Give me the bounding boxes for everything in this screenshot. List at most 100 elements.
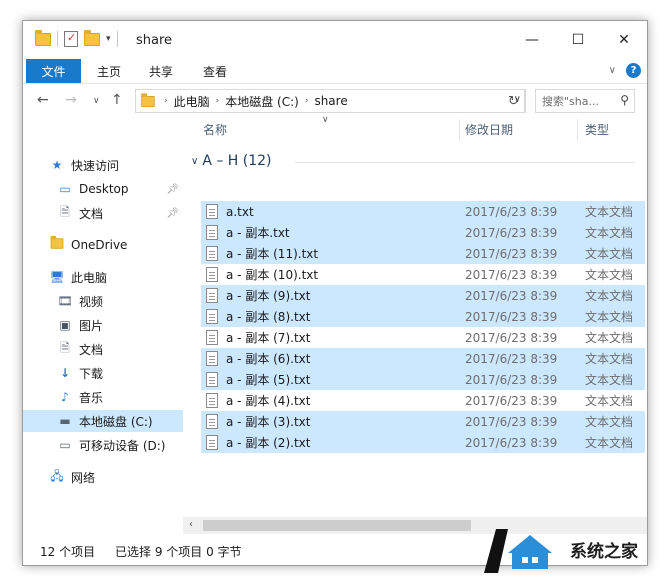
recent-locations-icon[interactable]: ∨ [93,96,100,106]
chevron-right-icon[interactable]: › [305,96,309,106]
file-date: 2017/6/23 8:39 [465,414,558,429]
new-folder-icon[interactable] [84,29,100,46]
sidebar-item-pictures[interactable]: ▣ 图片 [23,314,183,336]
divider [116,31,118,47]
column-header-date[interactable]: 修改日期 [465,117,513,141]
watermark-logo-icon [484,529,552,573]
scroll-left-icon[interactable]: ‹ [189,519,193,530]
sidebar-item-quick-access[interactable]: ★ 快速访问 [23,154,183,176]
text-file-icon [206,414,218,429]
pin-icon[interactable]: 📌︎ [166,208,179,219]
file-type: 文本文档 [585,415,634,429]
scrollbar-thumb[interactable] [203,520,471,531]
file-row[interactable]: a - 副本 (4).txt 2017/6/23 8:39 文本文档 [201,390,645,411]
address-bar[interactable]: › 此电脑 › 本地磁盘 (C:) › share ∨ [135,89,526,113]
watermark: 系统之家 [478,520,670,578]
sidebar-item-label: 文档 [79,342,104,357]
file-name: a - 副本 (8).txt [226,310,311,324]
tab-view[interactable]: 查看 [191,59,239,83]
item-count: 12 个项目 [40,544,96,559]
text-file-icon [206,351,218,366]
file-name: a - 副本 (11).txt [226,247,319,261]
maximize-button[interactable]: ☐ [555,21,601,59]
breadcrumb-this-pc[interactable]: 此电脑 [174,93,210,110]
file-row[interactable]: a - 副本 (8).txt 2017/6/23 8:39 文本文档 [201,306,645,327]
file-row[interactable]: a.txt 2017/6/23 8:39 文本文档 [201,201,645,222]
removable-drive-icon: ▭ [59,438,71,452]
column-divider[interactable] [459,119,460,141]
file-name: a - 副本 (2).txt [226,436,311,450]
sidebar-item-desktop[interactable]: ▭ Desktop 📌︎ [23,178,183,200]
column-header-type[interactable]: 类型 [585,117,609,141]
search-icon[interactable]: ⚲ [620,93,629,107]
sidebar-item-music[interactable]: ♪ 音乐 [23,386,183,408]
sidebar-item-this-pc[interactable]: 🖥︎ 此电脑 [23,266,183,288]
file-row[interactable]: a - 副本 (3).txt 2017/6/23 8:39 文本文档 [201,411,645,432]
file-date: 2017/6/23 8:39 [465,372,558,387]
sidebar-item-label: 音乐 [79,390,104,405]
title-bar: ▾ share — ☐ ✕ [23,21,647,59]
search-input[interactable]: 搜索"sha... ⚲ [535,89,635,113]
group-header[interactable]: ∨ A – H (12) [191,153,272,169]
sidebar-item-documents[interactable]: 🗎︎ 文档 📌︎ [23,202,183,224]
text-file-icon [206,372,218,387]
sidebar-item-videos[interactable]: 🎞︎ 视频 [23,290,183,312]
sidebar-item-onedrive[interactable]: OneDrive [23,234,183,256]
group-label: A – H (12) [202,153,272,169]
file-date: 2017/6/23 8:39 [465,267,558,282]
file-date: 2017/6/23 8:39 [465,393,558,408]
explorer-window: ▾ share — ☐ ✕ 文件 主页 共享 查看 ∨ ? ← → ∨ ↑ › … [22,20,648,566]
chevron-down-icon[interactable]: ∨ [191,156,198,167]
sidebar-item-downloads[interactable]: ↓ 下载 [23,362,183,384]
file-row[interactable]: a - 副本 (5).txt 2017/6/23 8:39 文本文档 [201,369,645,390]
sidebar-item-documents-2[interactable]: 🗎︎ 文档 [23,338,183,360]
file-name: a - 副本 (6).txt [226,352,311,366]
up-arrow-icon[interactable]: ↑ [111,92,123,108]
properties-icon[interactable] [64,31,78,47]
customize-toolbar-icon[interactable]: ▾ [106,34,111,44]
pin-icon[interactable]: 📌︎ [166,184,179,195]
drive-icon: ▬ [59,414,71,428]
chevron-right-icon[interactable]: › [164,96,168,106]
minimize-button[interactable]: — [509,21,555,59]
selection-info: 已选择 9 个项目 0 字节 [115,544,242,559]
sidebar-item-removable[interactable]: ▭ 可移动设备 (D:) [23,434,183,456]
sidebar-item-network[interactable]: 🖧︎ 网络 [23,466,183,488]
file-type: 文本文档 [585,289,634,303]
quick-access-toolbar: ▾ [35,29,118,47]
file-type: 文本文档 [585,310,634,324]
tab-home[interactable]: 主页 [85,59,133,83]
tab-share[interactable]: 共享 [137,59,185,83]
file-row[interactable]: a - 副本 (10).txt 2017/6/23 8:39 文本文档 [201,264,645,285]
divider [57,31,58,47]
chevron-right-icon[interactable]: › [216,96,220,106]
video-icon: 🎞︎ [57,294,73,308]
file-row[interactable]: a - 副本.txt 2017/6/23 8:39 文本文档 [201,222,645,243]
sort-indicator-icon: ∨ [322,115,329,125]
download-icon: ↓ [59,366,71,380]
computer-icon: 🖥︎ [49,270,65,284]
close-button[interactable]: ✕ [601,21,647,59]
breadcrumb-local-disk[interactable]: 本地磁盘 (C:) [225,93,299,110]
column-divider[interactable] [577,119,578,141]
refresh-icon[interactable]: ↻ [503,89,525,113]
file-row[interactable]: a - 副本 (9).txt 2017/6/23 8:39 文本文档 [201,285,645,306]
tab-file[interactable]: 文件 [26,59,81,83]
help-icon[interactable]: ? [626,63,641,78]
sidebar-item-label: 可移动设备 (D:) [79,438,166,453]
file-name: a - 副本 (3).txt [226,415,311,429]
file-row[interactable]: a - 副本 (7).txt 2017/6/23 8:39 文本文档 [201,327,645,348]
file-row[interactable]: a - 副本 (2).txt 2017/6/23 8:39 文本文档 [201,432,645,453]
breadcrumb-share[interactable]: share [314,94,347,108]
file-row[interactable]: a - 副本 (6).txt 2017/6/23 8:39 文本文档 [201,348,645,369]
watermark-text: 系统之家 [570,541,638,562]
forward-arrow-icon[interactable]: → [65,92,77,108]
column-header-name[interactable]: 名称 [203,117,227,141]
sidebar-item-label: 快速访问 [71,158,120,173]
back-arrow-icon[interactable]: ← [37,92,49,108]
group-divider [295,162,635,163]
sidebar-item-local-disk[interactable]: ▬ 本地磁盘 (C:) [23,410,183,432]
file-row[interactable]: a - 副本 (11).txt 2017/6/23 8:39 文本文档 [201,243,645,264]
expand-ribbon-icon[interactable]: ∨ [609,65,616,76]
file-date: 2017/6/23 8:39 [465,204,558,219]
